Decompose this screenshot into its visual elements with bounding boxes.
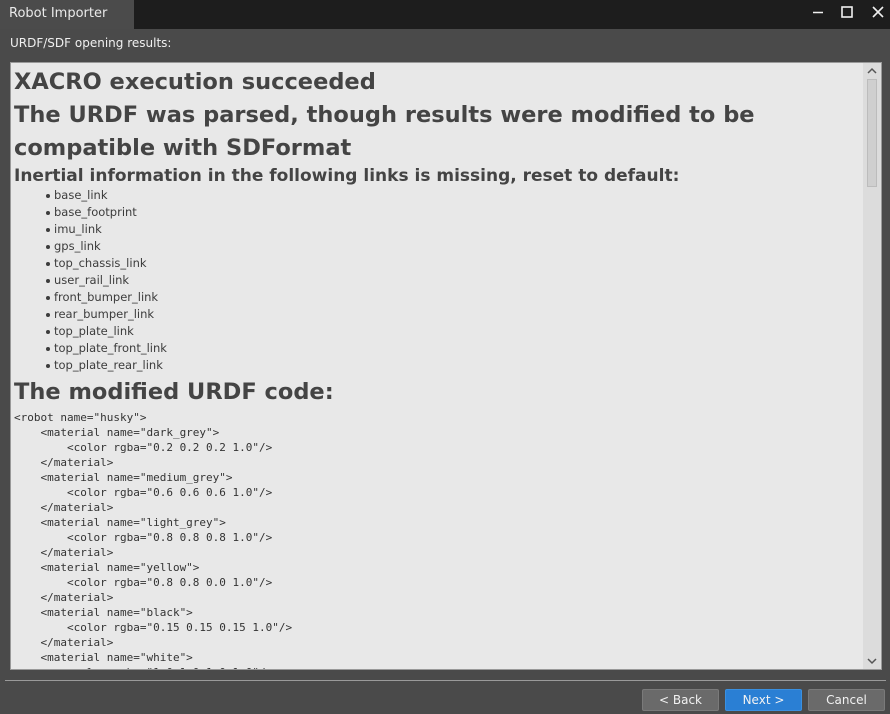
list-item: base_footprint [46, 204, 864, 221]
list-item: top_chassis_link [46, 255, 864, 272]
vertical-scrollbar[interactable] [863, 63, 881, 669]
list-item: base_link [46, 187, 864, 204]
list-item: top_plate_rear_link [46, 357, 864, 374]
results-document: XACRO execution succeeded The URDF was p… [14, 63, 864, 669]
scrollbar-thumb[interactable] [867, 79, 877, 187]
scroll-up-button[interactable] [863, 63, 881, 79]
list-item: rear_bumper_link [46, 306, 864, 323]
list-item: user_rail_link [46, 272, 864, 289]
footer-divider [5, 680, 886, 681]
next-button[interactable]: Next > [725, 689, 802, 711]
results-header-label: URDF/SDF opening results: [10, 36, 172, 50]
chevron-up-icon [867, 67, 877, 74]
list-item: gps_link [46, 238, 864, 255]
maximize-icon [841, 6, 853, 18]
results-panel[interactable]: XACRO execution succeeded The URDF was p… [10, 62, 882, 670]
inertial-warning-heading: Inertial information in the following li… [14, 166, 680, 186]
close-button[interactable] [862, 0, 890, 25]
list-item: top_plate_link [46, 323, 864, 340]
scroll-down-button[interactable] [863, 653, 881, 669]
modified-code-heading: The modified URDF code: [14, 379, 334, 405]
minimize-icon [813, 11, 823, 14]
chevron-down-icon [867, 658, 877, 665]
maximize-button[interactable] [832, 0, 862, 25]
window-title: Robot Importer [0, 0, 134, 29]
urdf-status-heading: The URDF was parsed, though results were… [14, 102, 755, 161]
back-button[interactable]: < Back [642, 689, 719, 711]
list-item: imu_link [46, 221, 864, 238]
cancel-button[interactable]: Cancel [808, 689, 885, 711]
xacro-status-heading: XACRO execution succeeded [14, 69, 376, 95]
missing-inertial-links-list: base_link base_footprint imu_link gps_li… [14, 187, 864, 374]
minimize-button[interactable] [803, 0, 833, 25]
close-icon [872, 6, 884, 18]
urdf-code-block: <robot name="husky"> <material name="dar… [14, 411, 293, 669]
title-bar: Robot Importer [0, 0, 890, 29]
list-item: front_bumper_link [46, 289, 864, 306]
list-item: top_plate_front_link [46, 340, 864, 357]
